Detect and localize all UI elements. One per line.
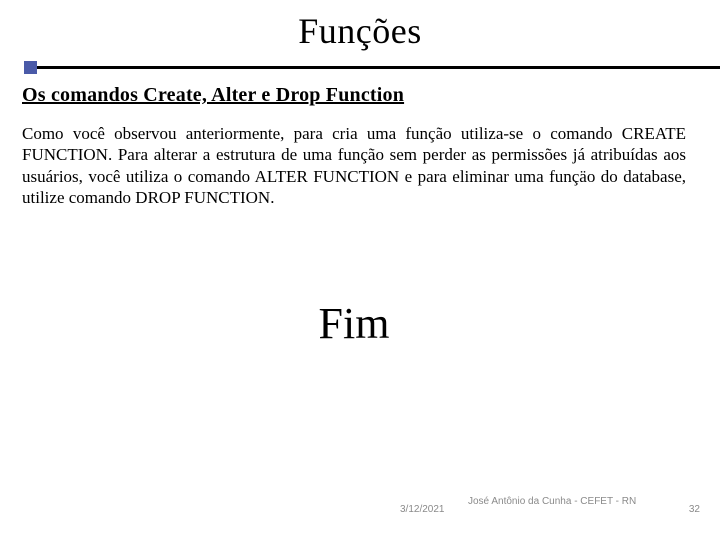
footer-date: 3/12/2021 (400, 504, 445, 515)
title-container: Funções (0, 0, 720, 52)
rule-accent-box (24, 61, 37, 74)
closing-text: Fim (22, 298, 686, 349)
section-subtitle: Os comandos Create, Alter e Drop Functio… (22, 84, 686, 107)
footer-page-number: 32 (689, 504, 700, 515)
slide-title: Funções (298, 11, 422, 51)
content-area: Os comandos Create, Alter e Drop Functio… (0, 74, 720, 349)
slide: Funções Os comandos Create, Alter e Drop… (0, 0, 720, 540)
body-paragraph: Como você observou anteriormente, para c… (22, 123, 686, 208)
title-rule (0, 60, 720, 74)
slide-footer: 3/12/2021 José Antônio da Cunha - CEFET … (0, 496, 720, 522)
rule-line (24, 66, 720, 69)
footer-author: José Antônio da Cunha - CEFET - RN (468, 496, 638, 509)
